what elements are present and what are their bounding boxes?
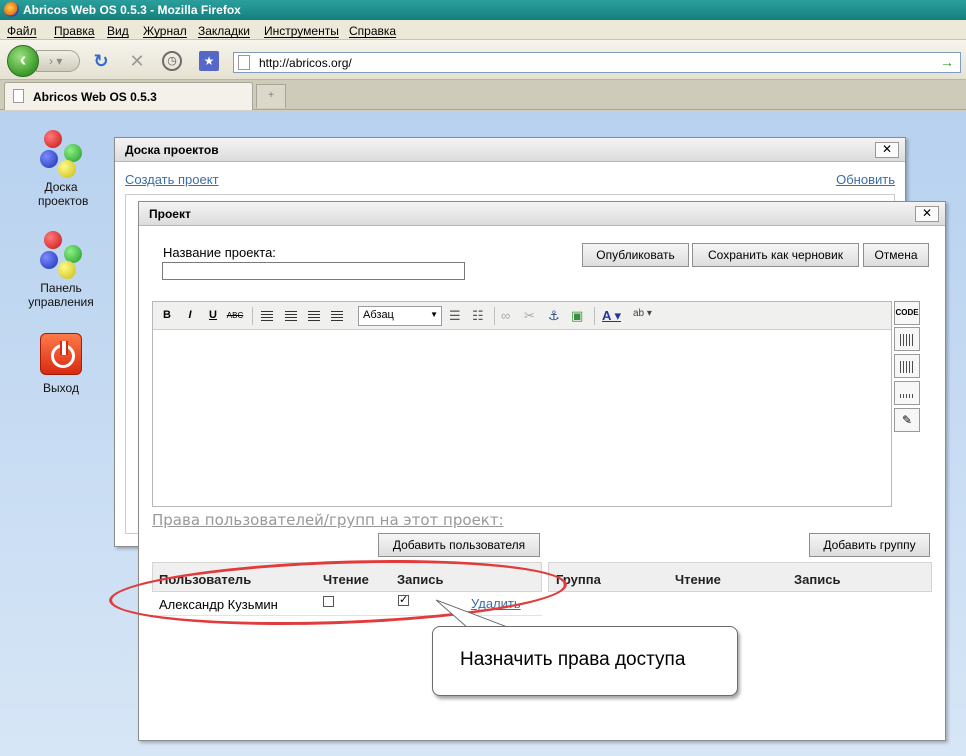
browser-titlebar: Abricos Web OS 0.5.3 - Mozilla Firefox — [0, 0, 966, 20]
bullet-list-icon[interactable]: ☰ — [449, 308, 461, 324]
anchor-icon[interactable]: ⚓ — [548, 308, 560, 324]
image-icon[interactable]: ▣ — [571, 308, 583, 324]
add-group-button[interactable]: Добавить группу — [809, 533, 930, 557]
new-tab-button[interactable]: + — [256, 84, 286, 108]
column-write: Запись — [794, 572, 841, 587]
cancel-button[interactable]: Отмена — [863, 243, 929, 267]
align-right-icon[interactable] — [308, 311, 320, 322]
toolbar-separator — [594, 307, 595, 325]
add-user-button[interactable]: Добавить пользователя — [378, 533, 540, 557]
desktop-icon-control-panel[interactable]: Панель управления — [11, 231, 111, 309]
format-select-value: Абзац — [363, 309, 394, 321]
tab-bar: Abricos Web OS 0.5.3 + — [0, 80, 966, 110]
url-bar[interactable]: http://abricos.org/ → — [233, 52, 961, 73]
menu-history[interactable]: Журнал — [143, 24, 187, 38]
align-left-icon[interactable] — [261, 311, 273, 322]
window-header: Доска проектов ✕ — [115, 138, 905, 162]
url-text: http://abricos.org/ — [259, 56, 352, 70]
underline-icon[interactable]: U — [206, 309, 220, 321]
go-arrow-icon[interactable]: → — [940, 54, 954, 70]
bookmark-star-icon[interactable]: ★ — [199, 51, 219, 71]
desktop-icon-logout[interactable]: Выход — [11, 333, 111, 395]
back-button[interactable]: ‹ — [7, 45, 39, 77]
format-select[interactable]: Абзац ▼ — [358, 306, 442, 326]
rights-section-title: Права пользователей/групп на этот проект… — [152, 511, 504, 529]
menu-file[interactable]: Файл — [7, 24, 37, 38]
bold-icon[interactable]: B — [160, 309, 174, 321]
tab-label: Abricos Web OS 0.5.3 — [33, 90, 157, 104]
forward-button[interactable]: › ▾ — [36, 50, 80, 72]
page-icon — [238, 55, 250, 70]
highlight-color-icon[interactable]: ab ▾ — [633, 308, 652, 319]
save-draft-button[interactable]: Сохранить как черновик — [692, 243, 859, 267]
link-icon[interactable]: ∞ — [501, 308, 510, 323]
toolbar-separator — [494, 307, 495, 325]
stop-icon[interactable]: ✕ — [126, 50, 148, 72]
menu-edit[interactable]: Правка — [54, 24, 95, 38]
refresh-link[interactable]: Обновить — [836, 172, 895, 187]
code-button[interactable]: CODE — [894, 301, 920, 325]
paste-icon[interactable]: ✎ — [894, 408, 920, 432]
groups-rights-table-header: Группа Чтение Запись — [548, 562, 932, 592]
align-center-icon[interactable] — [285, 311, 297, 322]
window-title: Проект — [149, 207, 191, 221]
tab-abricos[interactable]: Abricos Web OS 0.5.3 — [4, 82, 253, 110]
create-project-link[interactable]: Создать проект — [125, 172, 219, 187]
italic-icon[interactable]: I — [183, 309, 197, 321]
strikethrough-icon[interactable]: ABC — [226, 311, 244, 320]
close-button[interactable]: ✕ — [915, 206, 939, 222]
menu-bar: Файл Правка Вид Журнал Закладки Инструме… — [0, 20, 966, 40]
desktop-icon-label: Доска проектов — [38, 180, 89, 208]
read-more-icon[interactable] — [894, 354, 920, 378]
reload-icon[interactable]: ↻ — [90, 50, 112, 72]
rich-text-editor[interactable]: B I U ABC Абзац ▼ ☰ ☷ ∞ ✂ ⚓ ▣ A ▾ ab ▾ — [152, 301, 892, 507]
menu-view[interactable]: Вид — [107, 24, 129, 38]
page-break-icon[interactable] — [894, 327, 920, 351]
history-clock-icon[interactable]: ◷ — [162, 51, 182, 71]
desktop-icon-label: Панель управления — [28, 281, 94, 309]
publish-button[interactable]: Опубликовать — [582, 243, 689, 267]
callout-pointer — [436, 599, 511, 629]
numbered-list-icon[interactable]: ☷ — [472, 308, 484, 324]
chevron-down-icon: ▼ — [430, 310, 438, 319]
menu-bookmarks[interactable]: Закладки — [198, 24, 250, 38]
desktop-icon-label: Выход — [43, 381, 79, 395]
desktop-icon-project-board[interactable]: Доска проектов — [11, 130, 111, 208]
menu-tools[interactable]: Инструменты — [264, 24, 339, 38]
window-title: Доска проектов — [125, 143, 219, 157]
window-title: Abricos Web OS 0.5.3 - Mozilla Firefox — [23, 3, 241, 17]
tab-page-icon — [13, 89, 24, 103]
unlink-icon[interactable]: ✂ — [524, 308, 535, 324]
project-name-input[interactable] — [162, 262, 465, 280]
horizontal-rule-icon[interactable] — [894, 381, 920, 405]
menu-help[interactable]: Справка — [349, 24, 396, 38]
power-icon — [40, 333, 82, 375]
toolbar-separator — [252, 307, 253, 325]
column-read: Чтение — [675, 572, 721, 587]
editor-toolbar: B I U ABC Абзац ▼ ☰ ☷ ∞ ✂ ⚓ ▣ A ▾ ab ▾ — [153, 302, 891, 330]
molecule-icon — [38, 231, 84, 279]
window-header: Проект ✕ — [139, 202, 945, 226]
callout-box: Назначить права доступа — [432, 626, 738, 696]
close-button[interactable]: ✕ — [875, 142, 899, 158]
callout-text: Назначить права доступа — [460, 649, 686, 670]
align-justify-icon[interactable] — [331, 311, 343, 322]
molecule-icon — [38, 130, 84, 178]
firefox-logo-icon — [4, 2, 19, 17]
project-name-label: Название проекта: — [163, 245, 276, 260]
text-color-icon[interactable]: A ▾ — [602, 308, 621, 324]
